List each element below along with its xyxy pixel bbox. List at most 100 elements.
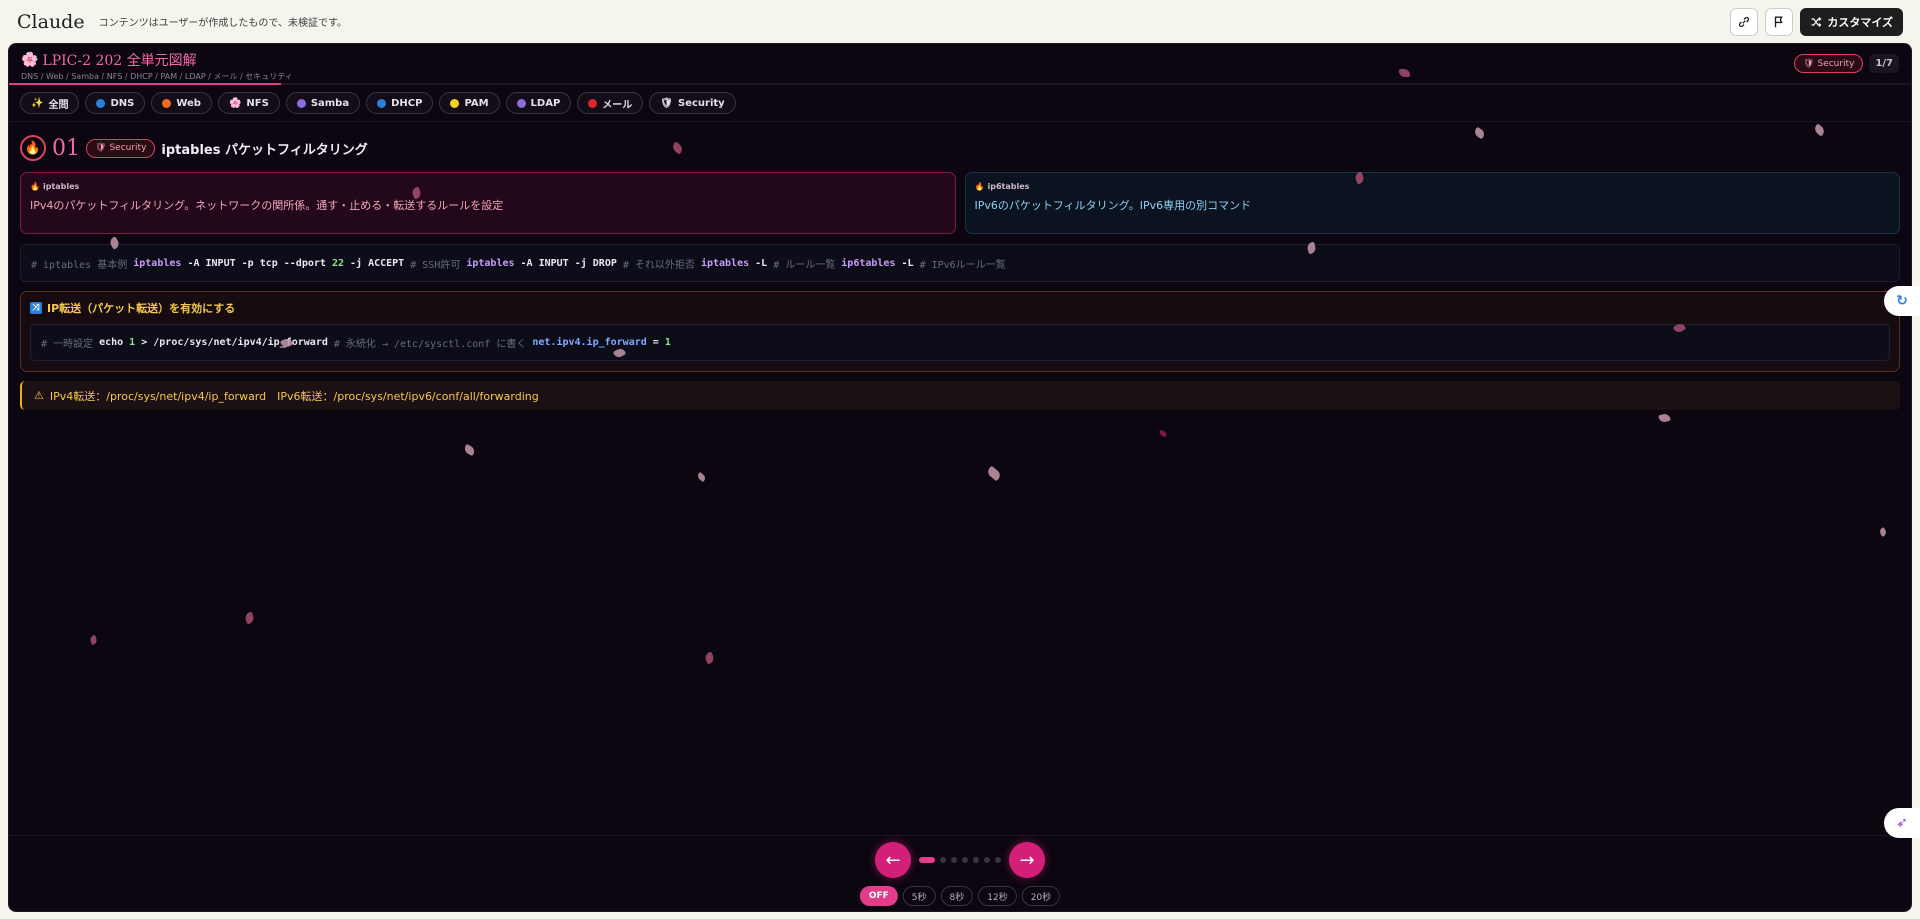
iptables-code-block: # iptables 基本例 iptables -A INPUT -p tcp … xyxy=(20,244,1900,282)
petal-decoration xyxy=(462,443,477,457)
fire-icon: 🔥 xyxy=(20,135,46,161)
sparkle-icon: ✨ xyxy=(31,97,44,109)
dot-icon xyxy=(296,98,306,108)
shield-icon: 🛡 xyxy=(660,97,673,109)
dot-icon xyxy=(516,98,526,108)
petal-decoration xyxy=(244,611,255,625)
next-button[interactable]: → xyxy=(1009,842,1045,878)
page-dots xyxy=(919,857,1001,863)
artifact-title: 🌸 LPIC-2 202 全単元図解 xyxy=(21,50,1899,70)
petal-decoration xyxy=(89,634,98,646)
side-widget-top[interactable]: ↻ xyxy=(1884,286,1920,316)
ip-forward-title: ⤨ IP転送（パケット転送）を有効にする xyxy=(30,300,1890,316)
petal-decoration xyxy=(1658,412,1671,424)
dot-icon xyxy=(162,98,172,108)
code-number: 1 xyxy=(664,337,671,348)
card-tag: 🔥 iptables xyxy=(30,182,946,191)
code-command: iptables xyxy=(466,257,515,269)
shield-icon: 🛡 xyxy=(95,143,107,153)
page-dot[interactable] xyxy=(973,857,979,863)
brand-logo[interactable]: Claude xyxy=(17,11,85,33)
petal-decoration xyxy=(1399,69,1410,77)
category-samba[interactable]: Samba xyxy=(285,92,361,114)
page-dot[interactable] xyxy=(951,857,957,863)
code-option: -A INPUT -j DROP xyxy=(514,257,623,269)
page-counter: 1/7 xyxy=(1869,54,1899,73)
page-dot[interactable] xyxy=(984,857,990,863)
cherry-blossom-icon: 🌸 xyxy=(21,52,39,68)
page-dot[interactable] xyxy=(962,857,968,863)
card-text: IPv4のパケットフィルタリング。ネットワークの関所係。通す・止める・転送するル… xyxy=(30,199,504,212)
category-label: DHCP xyxy=(391,97,423,109)
fire-icon: 🔥 xyxy=(30,182,40,191)
category-web[interactable]: Web xyxy=(151,92,212,114)
speed-20s[interactable]: 20秒 xyxy=(1021,886,1061,906)
category-dns[interactable]: DNS xyxy=(85,92,146,114)
code-option: -L xyxy=(749,257,774,269)
code-option: echo xyxy=(99,337,130,348)
security-badge-label: Security xyxy=(1817,58,1855,69)
refresh-icon: ↻ xyxy=(1896,293,1908,309)
category-bar: ✨ 全問 DNS Web 🌸 NFS Samba DHCP PAM LDAP メール… xyxy=(9,85,1911,122)
customize-button[interactable]: カスタマイズ xyxy=(1800,8,1903,36)
code-command: ip6tables xyxy=(841,257,896,269)
ip-forward-panel: ⤨ IP転送（パケット転送）を有効にする # 一時設定 echo 1 > /pr… xyxy=(20,291,1900,372)
speed-5s[interactable]: 5秒 xyxy=(902,886,936,906)
bird-icon: ➶ xyxy=(1896,815,1908,831)
artifact-header: 🌸 LPIC-2 202 全単元図解 DNS / Web / Samba / N… xyxy=(9,44,1911,85)
page-dot[interactable] xyxy=(995,857,1001,863)
artifact-frame: 🌸 LPIC-2 202 全単元図解 DNS / Web / Samba / N… xyxy=(8,43,1912,912)
speed-off[interactable]: OFF xyxy=(859,886,898,906)
top-bar: Claude コンテンツはユーザーが作成したもので、未検証です。 カスタマイズ xyxy=(0,0,1920,43)
flag-button[interactable] xyxy=(1765,8,1794,36)
dot-icon xyxy=(96,98,106,108)
code-comment: # ルール一覧 xyxy=(773,259,842,271)
card-iptables: 🔥 iptables IPv4のパケットフィルタリング。ネットワークの関所係。通す… xyxy=(20,172,956,234)
pager: ← → xyxy=(875,842,1045,878)
code-comment: # それ以外拒否 xyxy=(622,259,701,271)
code-option: -A INPUT -p tcp --dport xyxy=(181,257,332,269)
dot-icon xyxy=(588,98,598,108)
code-comment: # IPv6ルール一覧 xyxy=(919,259,1006,271)
section-title: iptables パケットフィルタリング xyxy=(161,142,368,158)
category-label: Samba xyxy=(310,97,350,109)
code-comment: # SSH許可 xyxy=(410,259,467,271)
section-number: 01 xyxy=(52,135,80,161)
petal-decoration xyxy=(985,465,1003,482)
progress-bar xyxy=(9,83,281,85)
petal-decoration xyxy=(1878,527,1888,537)
dot-icon xyxy=(377,98,387,108)
code-option: > /proc/sys/net/ipv4/ip_forward xyxy=(135,337,334,348)
code-command: iptables xyxy=(700,257,750,269)
category-mail[interactable]: メール xyxy=(577,92,644,114)
category-security[interactable]: 🛡 Security xyxy=(649,92,736,114)
category-nfs[interactable]: 🌸 NFS xyxy=(217,92,280,114)
category-pam[interactable]: PAM xyxy=(439,92,500,114)
code-command: iptables xyxy=(133,257,182,269)
code-option: = xyxy=(646,337,665,348)
link-button[interactable] xyxy=(1730,8,1759,36)
category-label: LDAP xyxy=(530,97,561,109)
shuffle-icon xyxy=(1811,17,1822,27)
prev-button[interactable]: ← xyxy=(875,842,911,878)
customize-label: カスタマイズ xyxy=(1827,16,1893,29)
dot-icon xyxy=(450,98,460,108)
page-dot[interactable] xyxy=(940,857,946,863)
category-ldap[interactable]: LDAP xyxy=(505,92,572,114)
category-dhcp[interactable]: DHCP xyxy=(366,92,434,114)
side-widget-bottom[interactable]: ➶ xyxy=(1884,808,1920,838)
category-label: Web xyxy=(176,97,201,109)
speed-12s[interactable]: 12秒 xyxy=(978,886,1017,906)
petal-decoration xyxy=(1158,429,1168,438)
section-badge: 🛡 Security xyxy=(86,138,156,158)
ip-forward-title-text: IP転送（パケット転送）を有効にする xyxy=(47,302,236,315)
speed-8s[interactable]: 8秒 xyxy=(940,886,974,906)
section-header: 🔥 01 🛡 Security iptables パケットフィルタリング xyxy=(9,122,1911,162)
ip-forward-code: # 一時設定 echo 1 > /proc/sys/net/ipv4/ip_fo… xyxy=(30,324,1890,361)
category-all[interactable]: ✨ 全問 xyxy=(20,92,80,114)
page-dot[interactable] xyxy=(919,857,935,863)
category-label: NFS xyxy=(246,97,269,109)
concept-cards: 🔥 iptables IPv4のパケットフィルタリング。ネットワークの関所係。通す… xyxy=(9,162,1911,234)
shield-icon: 🛡 xyxy=(1803,58,1815,69)
card-tag: 🔥 ip6tables xyxy=(975,182,1891,191)
